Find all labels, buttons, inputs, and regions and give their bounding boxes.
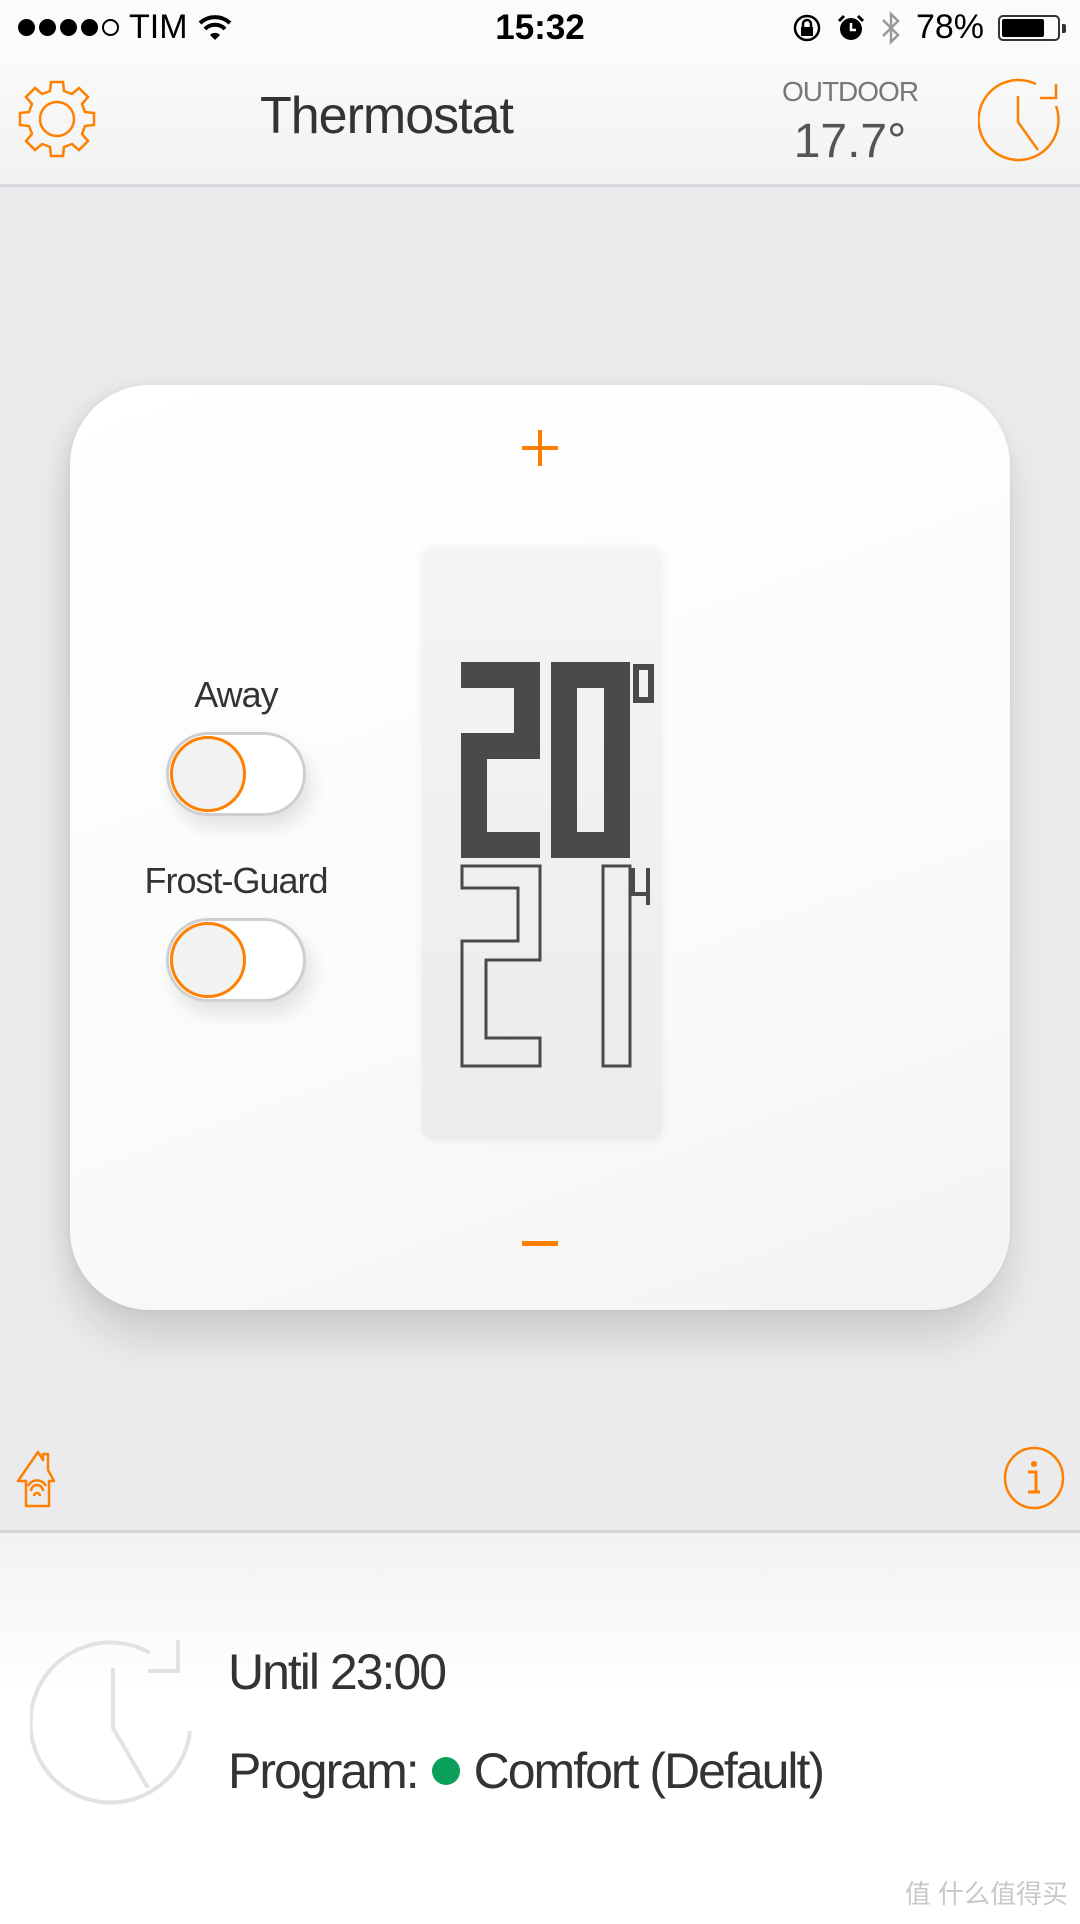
schedule-until: Until 23:00 xyxy=(228,1644,447,1700)
frost-guard-toggle[interactable] xyxy=(166,918,306,1002)
watermark: 值 什么值得买 xyxy=(904,1879,1068,1909)
setpoint-temperature-digits xyxy=(460,864,632,1068)
program-row[interactable]: Program: Comfort (Default) xyxy=(228,1742,825,1800)
increase-temperature-button[interactable] xyxy=(522,430,558,466)
page-title: Thermostat xyxy=(260,87,514,145)
outdoor-label: OUTDOOR xyxy=(781,76,919,107)
program-label: Program: xyxy=(228,1743,420,1799)
schedule-clock-icon[interactable] xyxy=(978,76,1068,166)
away-toggle[interactable] xyxy=(166,732,306,816)
program-status-dot xyxy=(431,1757,460,1785)
home-wifi-icon[interactable] xyxy=(14,1446,84,1516)
lcd-display xyxy=(422,548,662,1140)
away-toggle-knob[interactable] xyxy=(170,736,246,812)
decrease-temperature-button[interactable] xyxy=(522,1241,558,1246)
away-label: Away xyxy=(194,674,278,715)
battery-percent: 78% xyxy=(915,8,984,46)
battery-icon xyxy=(998,14,1066,41)
bluetooth-icon xyxy=(882,10,900,45)
rotation-lock-icon xyxy=(793,14,821,41)
alarm-icon xyxy=(837,14,864,40)
nav-bar: Thermostat OUTDOOR 17.7° xyxy=(0,58,1080,187)
current-temperature-digits xyxy=(461,662,654,858)
status-bar: TIM 15:32 78% xyxy=(0,0,1080,58)
program-name: Comfort (Default) xyxy=(473,1743,825,1799)
program-clock-icon xyxy=(30,1640,192,1805)
outdoor-temperature: 17.7° xyxy=(793,115,907,168)
gear-icon[interactable] xyxy=(12,76,102,166)
frost-guard-label: Frost-Guard xyxy=(144,860,328,901)
setpoint-decimal-digit xyxy=(631,868,650,905)
frost-guard-toggle-knob[interactable] xyxy=(170,922,246,998)
info-icon[interactable] xyxy=(1002,1446,1066,1510)
